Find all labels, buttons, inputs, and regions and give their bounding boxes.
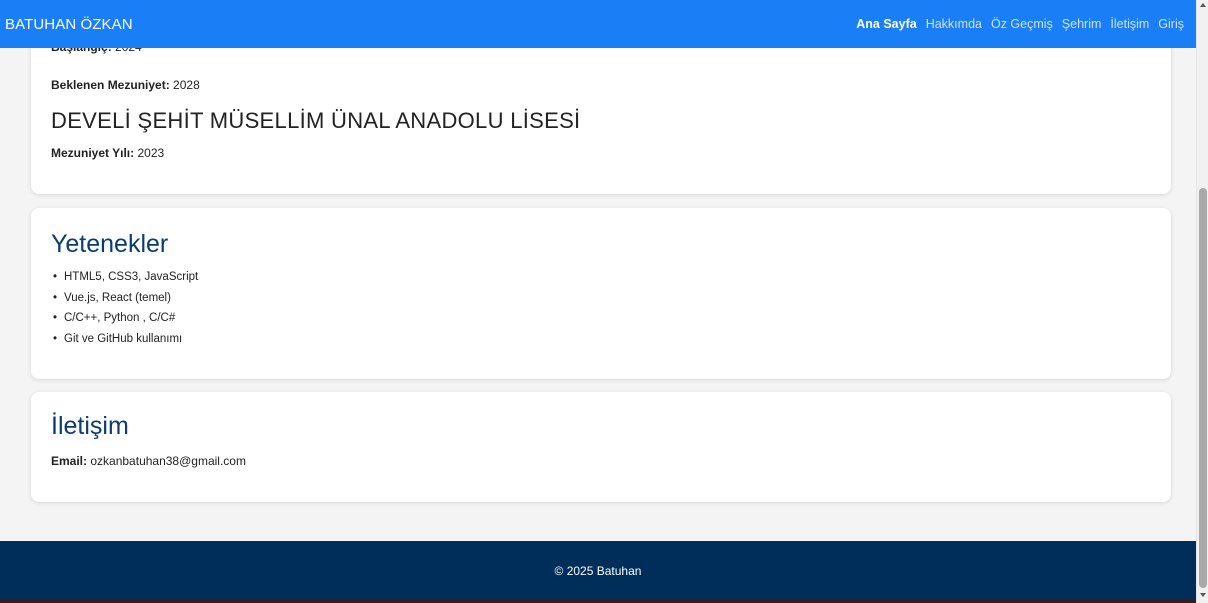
email-value[interactable]: ozkanbatuhan38@gmail.com [90,454,246,468]
scrollbar-thumb[interactable] [1199,188,1207,588]
skill-item: Vue.js, React (temel) [53,288,198,309]
skill-item: Git ve GitHub kullanımı [53,329,198,350]
email-field: Email: ozkanbatuhan38@gmail.com [51,454,246,468]
nav-link-home[interactable]: Ana Sayfa [856,17,916,31]
school-name: DEVELİ ŞEHİT MÜSELLİM ÜNAL ANADOLU LİSES… [51,108,581,133]
expected-graduation-value: 2028 [173,78,200,92]
page-footer: © 2025 Batuhan [0,541,1196,600]
nav-link-contact[interactable]: İletişim [1110,17,1149,31]
nav-link-resume[interactable]: Öz Geçmiş [991,17,1053,31]
contact-card: İletişim Email: ozkanbatuhan38@gmail.com [31,392,1171,502]
vertical-scrollbar[interactable] [1196,0,1208,603]
scroll-up-arrow-icon[interactable] [1200,3,1206,7]
expected-graduation-label: Beklenen Mezuniyet: [51,78,170,92]
skill-item: HTML5, CSS3, JavaScript [53,267,198,288]
top-navbar: BATUHAN ÖZKAN Ana Sayfa Hakkımda Öz Geçm… [0,0,1196,48]
nav-link-login[interactable]: Giriş [1158,17,1184,31]
nav-link-about[interactable]: Hakkımda [926,17,982,31]
nav-link-city[interactable]: Şehrim [1062,17,1102,31]
skill-item: C/C++, Python , C/C# [53,308,198,329]
scroll-down-arrow-icon[interactable] [1200,593,1206,597]
skills-title: Yetenekler [51,230,169,258]
expected-graduation-field: Beklenen Mezuniyet: 2028 [51,78,200,92]
graduation-year-value: 2023 [137,146,165,160]
skills-card: Yetenekler HTML5, CSS3, JavaScript Vue.j… [31,208,1171,379]
skills-list: HTML5, CSS3, JavaScript Vue.js, React (t… [53,267,198,350]
email-label: Email: [51,454,88,468]
graduation-year-field: Mezuniyet Yılı: 2023 [51,146,164,160]
contact-title: İletişim [51,412,129,440]
site-brand[interactable]: BATUHAN ÖZKAN [5,16,133,33]
nav-links: Ana Sayfa Hakkımda Öz Geçmiş Şehrim İlet… [847,17,1184,31]
graduation-year-label: Mezuniyet Yılı: [51,146,135,160]
footer-text: © 2025 Batuhan [554,563,642,578]
